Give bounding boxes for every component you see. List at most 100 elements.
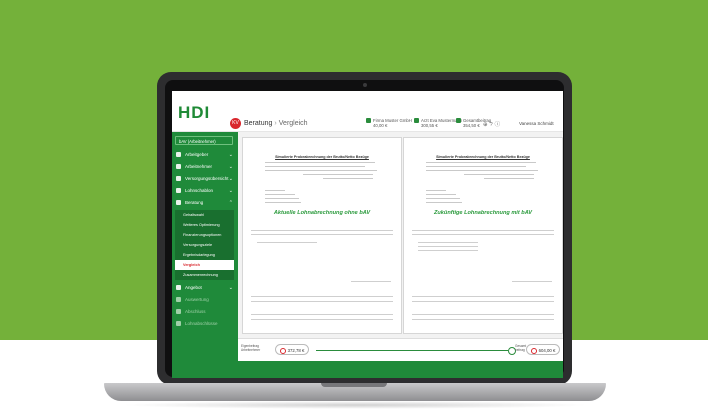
chart-icon (176, 176, 181, 182)
value-text: 372,78 € (287, 348, 305, 353)
doc-line (303, 174, 373, 175)
table-line (412, 319, 554, 320)
table-line (412, 301, 554, 302)
table-line (251, 301, 393, 302)
sub-item-versorgungsziele[interactable]: Versorgungsziele (175, 240, 234, 250)
camera-icon (362, 83, 367, 87)
breadcrumb: Beratung › Vergleich (244, 120, 308, 127)
sidebar-item-label: Arbeitgeber (185, 152, 209, 157)
header-icons: ⊕? ⓘ (483, 120, 502, 128)
doc-line (265, 166, 365, 167)
payslip-future: Simulierte Probeabrechnung der Brutto/Ne… (403, 137, 563, 334)
comparison-area: i Simulierte Probeabrechnung der Brutto/… (238, 132, 563, 378)
sidebar-item-label: Angebot (185, 285, 202, 290)
check-icon (176, 309, 181, 315)
sidebar: bAV (Arbeitnehmer) Arbeitgeber ⌄ Arbeitne… (172, 132, 238, 378)
user-name[interactable]: Vanessa Schmidt (519, 121, 554, 126)
info-circle-icon[interactable]: ⓘ (495, 122, 501, 128)
doc-heading: Simulierte Probeabrechnung der Brutto/Ne… (275, 155, 369, 159)
chevron-down-icon: ⌄ (228, 285, 233, 291)
doc-line (265, 202, 301, 203)
doc-line (426, 202, 462, 203)
table-line (418, 246, 478, 247)
chevron-down-icon: ⌄ (228, 152, 233, 158)
hdi-logo[interactable]: HDI (178, 103, 210, 123)
sub-item-optimierung[interactable]: Weiteres Optimierung (175, 220, 234, 230)
sidebar-item-beratung[interactable]: Beratung ⌃ (172, 197, 238, 209)
own-contribution-input[interactable]: 372,78 € (275, 344, 309, 355)
breadcrumb-separator: › (274, 120, 277, 127)
table-line (251, 296, 393, 297)
info-value: 300,55 € (421, 123, 438, 128)
total-contribution-input[interactable]: 604,00 € (526, 344, 560, 355)
sub-item-zusammenrechnung[interactable]: Zusammenrechnung (175, 270, 234, 280)
sidebar-item-lohnabschluesse[interactable]: Lohnabschlüsse (172, 318, 238, 330)
archive-icon (176, 321, 181, 327)
value-text: 604,00 € (538, 348, 556, 353)
doc-line (265, 170, 377, 171)
doc-line (426, 166, 526, 167)
chevron-down-icon: ⌄ (228, 176, 233, 182)
doc-line (464, 174, 534, 175)
label-sub: Arbeitnehmer (241, 348, 261, 352)
laptop-shadow (120, 401, 590, 409)
table-line (512, 281, 552, 282)
info-value: 354,50 € (463, 123, 480, 128)
offer-icon (176, 285, 181, 291)
company-icon (176, 152, 181, 158)
table-line (412, 314, 554, 315)
app-header: HDI KV Beratung › Vergleich Firma Muster G… (172, 91, 563, 132)
settings-icon[interactable]: ⊕ (483, 122, 488, 128)
sidebar-item-angebot[interactable]: Angebot ⌄ (172, 282, 238, 294)
breadcrumb-parent[interactable]: Beratung (244, 120, 272, 127)
people-icon (176, 200, 181, 206)
doc-line (265, 198, 299, 199)
total-contribution-label: Gesamt beitrag (515, 344, 526, 352)
person-icon (414, 118, 419, 123)
mode-select[interactable]: bAV (Arbeitnehmer) (175, 136, 233, 145)
chevron-up-icon: ⌃ (228, 200, 233, 206)
doc-line (426, 190, 446, 191)
sidebar-item-label: Lohnschablon (185, 188, 214, 193)
sub-item-finanzierung[interactable]: Finanzierungsoptionen (175, 230, 234, 240)
own-contribution-label: Eigenbeitrag Arbeitnehmer (241, 344, 260, 352)
table-line (412, 234, 554, 235)
sub-item-ergebnis[interactable]: Ergebnisdarlegung (175, 250, 234, 260)
doc-line (265, 190, 285, 191)
sidebar-item-lohnschablon[interactable]: Lohnschablon ⌄ (172, 185, 238, 197)
help-icon[interactable]: ? (490, 122, 493, 128)
doc-line (265, 162, 375, 163)
contribution-slider[interactable] (316, 350, 508, 351)
table-line (257, 242, 317, 243)
table-line (412, 230, 554, 231)
sidebar-item-arbeitgeber[interactable]: Arbeitgeber ⌄ (172, 149, 238, 161)
payslip-title-future: Zukünftige Lohnabrechnung mit bAV (433, 210, 533, 216)
sidebar-item-abschluss[interactable]: Abschluss (172, 306, 238, 318)
chevron-down-icon: ⌄ (228, 164, 233, 170)
payslip-title-current: Aktuelle Lohnabrechnung ohne bAV (273, 210, 371, 216)
doc-heading: Simulierte Probeabrechnung der Brutto/Ne… (436, 155, 530, 159)
sidebar-item-auswertung[interactable]: Auswertung (172, 294, 238, 306)
contribution-bar: Eigenbeitrag Arbeitnehmer 372,78 € Gesamt… (238, 338, 563, 361)
table-line (251, 319, 393, 320)
document-icon (176, 188, 181, 194)
doc-line (265, 194, 295, 195)
table-line (251, 234, 393, 235)
table-line (251, 314, 393, 315)
sidebar-item-label: Arbeitnehmer (185, 164, 213, 169)
person-icon (176, 164, 181, 170)
sidebar-item-arbeitnehmer[interactable]: Arbeitnehmer ⌄ (172, 161, 238, 173)
label-sub: beitrag (515, 348, 525, 352)
table-line (418, 242, 478, 243)
sub-item-gehaltswahl[interactable]: Gehaltswahl (175, 210, 234, 220)
info-value: 40,00 € (373, 123, 388, 128)
sidebar-item-label: Lohnabschlüsse (185, 321, 218, 326)
doc-line (426, 162, 536, 163)
building-icon (366, 118, 371, 123)
user-badge: KV (230, 118, 241, 129)
sub-item-vergleich[interactable]: Vergleich (175, 260, 234, 270)
app-screen: HDI KV Beratung › Vergleich Firma Muster G… (172, 91, 563, 378)
sidebar-item-versorgung[interactable]: Versorgungsübersicht ⌄ (172, 173, 238, 185)
table-line (351, 281, 391, 282)
table-line (418, 250, 478, 251)
